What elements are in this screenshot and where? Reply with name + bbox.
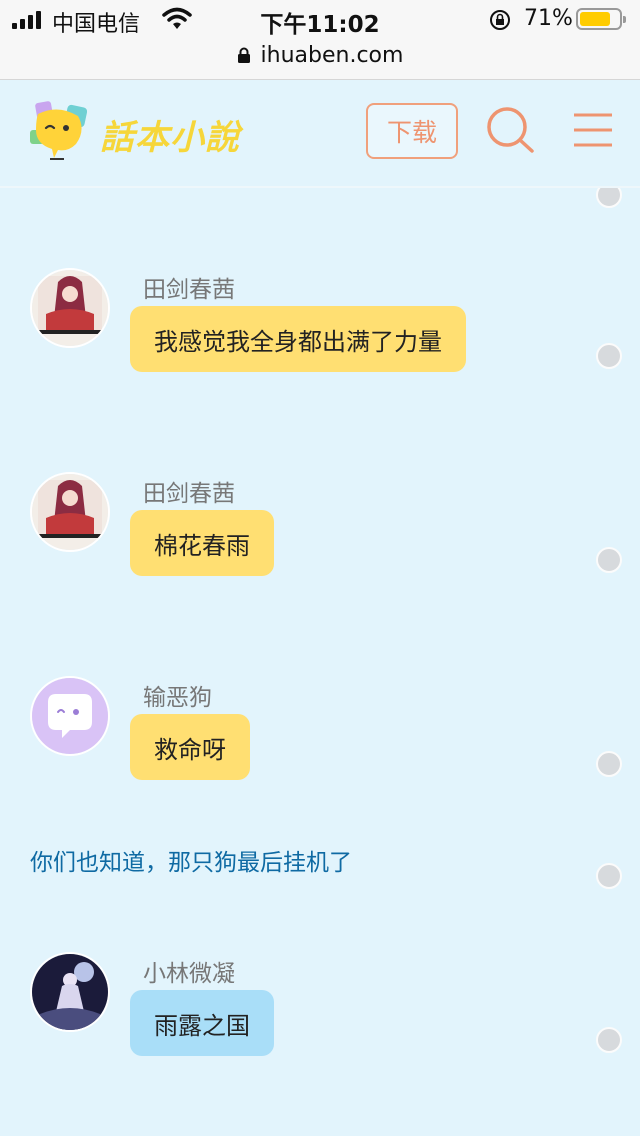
timeline-dot [596,863,622,889]
timeline-dot [596,547,622,573]
battery-percent: 71% [524,6,573,31]
message-bubble[interactable]: 雨露之国 [130,990,274,1056]
avatar[interactable] [30,472,110,552]
site-header: 話本小說 下载 [0,80,640,188]
avatar[interactable] [30,676,110,756]
sender-name: 小林微凝 [143,961,235,987]
logo-icon[interactable] [28,100,88,162]
sender-name: 田剑春茜 [143,277,235,303]
logo-text: 話本小說 [100,118,240,158]
orientation-lock-icon [490,10,510,30]
message-bubble[interactable]: 我感觉我全身都出满了力量 [130,306,466,372]
avatar[interactable] [30,268,110,348]
sender-name: 输恶狗 [143,685,212,711]
url-bar[interactable]: ihuaben.com [0,40,640,70]
timeline-dot [596,751,622,777]
status-bar: 中国电信 下午11:02 71% ihuaben.com [0,0,640,80]
timeline-dot [596,343,622,369]
sender-name: 田剑春茜 [143,481,235,507]
timeline-dot [596,1027,622,1053]
narration-text: 你们也知道，那只狗最后挂机了 [30,850,352,876]
avatar[interactable] [30,952,110,1032]
download-button[interactable]: 下载 [366,103,458,159]
lock-icon [237,47,250,63]
search-icon[interactable] [484,104,536,156]
menu-icon[interactable] [572,112,614,148]
message-bubble[interactable]: 棉花春雨 [130,510,274,576]
battery-icon [576,8,626,30]
url-text: ihuaben.com [260,42,404,68]
message-bubble[interactable]: 救命呀 [130,714,250,780]
